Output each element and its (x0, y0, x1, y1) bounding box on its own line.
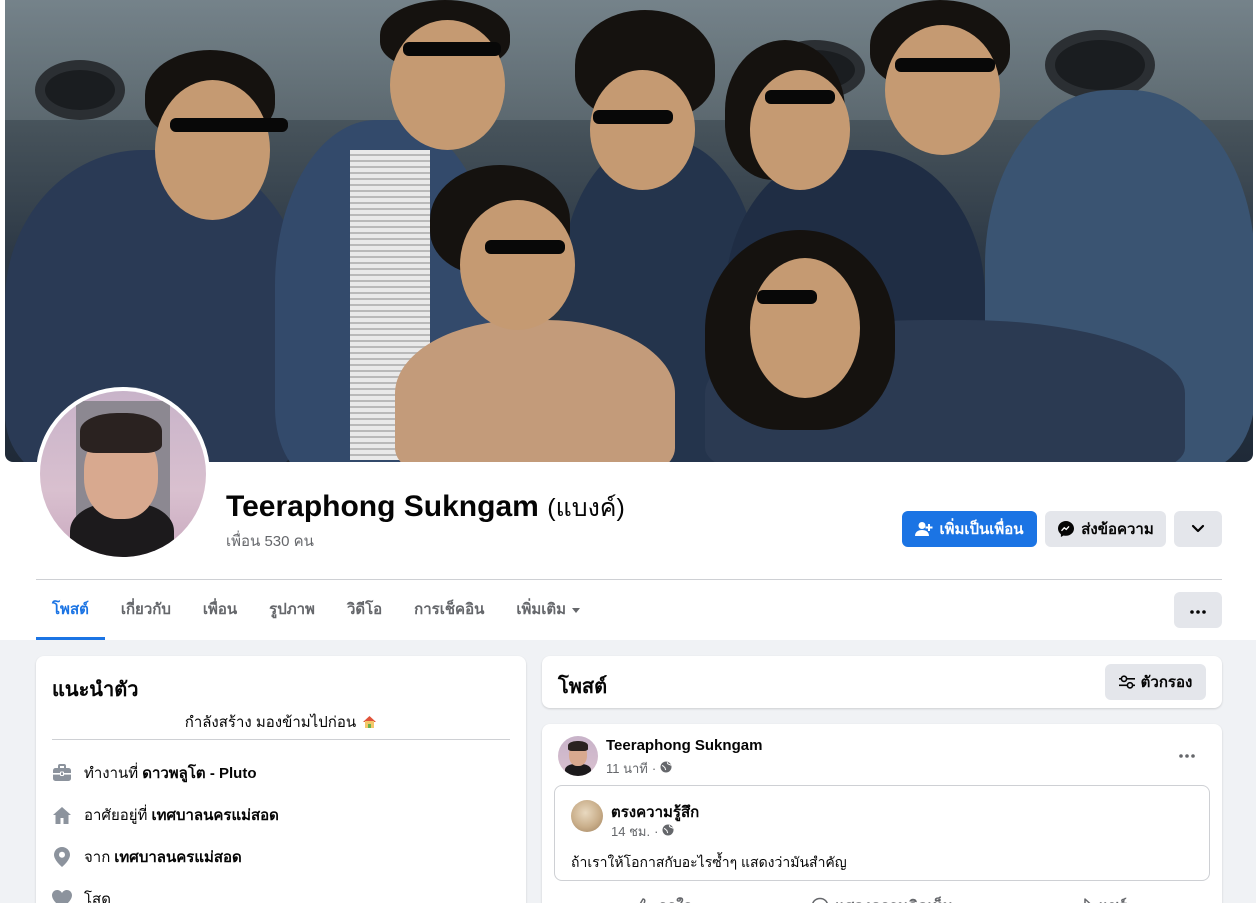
add-friend-button[interactable]: เพิ่มเป็นเพื่อน (902, 511, 1037, 547)
intro-from-prefix: จาก (84, 849, 111, 866)
more-dots-icon (1190, 601, 1206, 619)
shared-meta: 14 ชม. · (611, 821, 674, 842)
tab-friends[interactable]: เพื่อน (187, 580, 253, 640)
message-button[interactable]: ส่งข้อความ (1045, 511, 1166, 547)
intro-from-row: จาก เทศบาลนครแม่สอด (52, 845, 242, 869)
intro-from-link[interactable]: เทศบาลนครแม่สอด (114, 845, 241, 869)
globe-icon (662, 824, 674, 839)
comment-icon (811, 897, 829, 903)
tab-about[interactable]: เกี่ยวกับ (105, 580, 187, 640)
intro-lives-link[interactable]: เทศบาลนครแม่สอด (151, 803, 278, 827)
post-options-button[interactable] (1172, 742, 1202, 766)
caret-down-icon (572, 607, 581, 613)
house-emoji-icon (362, 715, 377, 733)
shared-timestamp[interactable]: 14 ชม. (611, 821, 650, 842)
tab-posts[interactable]: โพสต์ (36, 580, 105, 640)
post-timestamp[interactable]: 11 นาที (606, 758, 648, 779)
post-author-avatar[interactable] (558, 736, 598, 776)
tab-photos[interactable]: รูปภาพ (253, 580, 331, 640)
briefcase-icon (52, 763, 72, 783)
profile-tabs: โพสต์ เกี่ยวกับ เพื่อน รูปภาพ วิดีโอ การ… (36, 580, 596, 640)
intro-card: แนะนำตัว กำลังสร้าง มองข้ามไปก่อน ทำงานท… (36, 656, 526, 903)
thumbs-up-icon (634, 897, 652, 903)
share-icon (1075, 897, 1093, 903)
profile-options-button[interactable] (1174, 511, 1222, 547)
map-pin-icon (52, 847, 72, 867)
intro-divider (52, 739, 510, 740)
post-card: Teeraphong Sukngam 11 นาที · ตรงความรู้ส… (542, 724, 1222, 903)
user-plus-icon (915, 521, 933, 537)
messenger-icon (1057, 520, 1075, 538)
posts-header-card: โพสต์ ตัวกรอง (542, 656, 1222, 708)
profile-name-line: Teeraphong Sukngam (แบงค์) (226, 488, 625, 528)
globe-icon (660, 761, 672, 776)
intro-relationship-row: โสด (52, 887, 111, 903)
tab-more[interactable]: เพิ่มเติม (500, 580, 596, 640)
chevron-down-icon (1191, 521, 1205, 538)
post-actions: ถูกใจ แสดงความคิดเห็น แชร์ (554, 888, 1210, 903)
avatar-photo (40, 391, 206, 557)
add-friend-label: เพิ่มเป็นเพื่อน (939, 521, 1024, 538)
filter-button[interactable]: ตัวกรอง (1105, 664, 1206, 700)
profile-name: Teeraphong Sukngam (226, 490, 539, 523)
filter-label: ตัวกรอง (1140, 674, 1193, 691)
shared-post[interactable]: ตรงความรู้สึก 14 ชม. · ถ้าเราให้โอกาสกับ… (554, 785, 1210, 881)
intro-work-link[interactable]: ดาวพลูโต - Pluto (142, 761, 256, 785)
intro-lives-prefix: อาศัยอยู่ที่ (84, 807, 148, 824)
shared-author-avatar[interactable] (571, 800, 603, 832)
profile-nickname: (แบงค์) (547, 494, 625, 522)
comment-button[interactable]: แสดงความคิดเห็น (773, 888, 992, 903)
message-label: ส่งข้อความ (1081, 521, 1154, 538)
posts-title: โพสต์ (558, 676, 608, 698)
intro-work-prefix: ทำงานที่ (84, 765, 139, 782)
like-button[interactable]: ถูกใจ (554, 888, 773, 903)
more-dots-icon (1179, 745, 1195, 763)
intro-relationship: โสด (84, 891, 111, 903)
profile-avatar[interactable] (36, 387, 210, 561)
intro-lives-row: อาศัยอยู่ที่ เทศบาลนครแม่สอด (52, 803, 279, 827)
post-meta: 11 นาที · (606, 758, 672, 779)
intro-bio: กำลังสร้าง มองข้ามไปก่อน (36, 710, 526, 734)
post-author-name[interactable]: Teeraphong Sukngam (606, 737, 762, 754)
cover-photo[interactable] (5, 0, 1253, 462)
share-button[interactable]: แชร์ (991, 888, 1210, 903)
tabs-more-options-button[interactable] (1174, 592, 1222, 628)
intro-work-row: ทำงานที่ ดาวพลูโต - Pluto (52, 761, 257, 785)
intro-title: แนะนำตัว (52, 679, 139, 701)
heart-icon (52, 889, 72, 903)
shared-post-text: ถ้าเราให้โอกาสกับอะไรซ้ำๆ แสดงว่ามันสำคั… (571, 854, 847, 870)
like-label: ถูกใจ (658, 894, 692, 903)
share-label: แชร์ (1099, 894, 1127, 903)
comment-label: แสดงความคิดเห็น (835, 894, 953, 903)
friends-count-link[interactable]: เพื่อน 530 คน (226, 529, 314, 553)
tab-checkins[interactable]: การเช็คอิน (398, 580, 500, 640)
house-icon (52, 805, 72, 825)
tab-videos[interactable]: วิดีโอ (331, 580, 398, 640)
sliders-icon (1118, 675, 1135, 689)
